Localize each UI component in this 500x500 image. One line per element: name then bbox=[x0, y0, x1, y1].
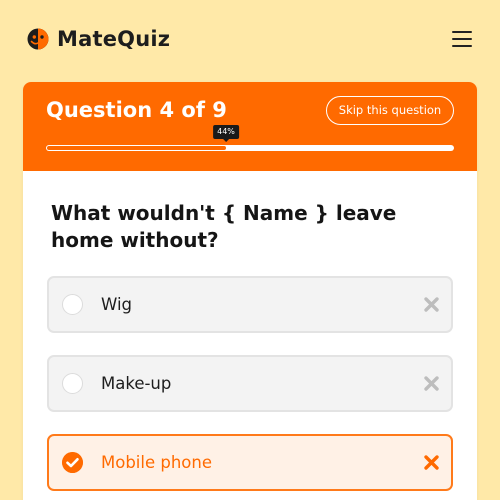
progress-bar: 44% bbox=[46, 125, 454, 151]
brand-name: MateQuiz bbox=[57, 27, 171, 51]
question-counter: Question 4 of 9 bbox=[46, 98, 227, 122]
progress-fill bbox=[47, 146, 226, 150]
answer-label: Make-up bbox=[101, 374, 172, 393]
quiz-card-header: Question 4 of 9 Skip this question 44% bbox=[23, 82, 477, 171]
radio-button[interactable] bbox=[62, 373, 83, 394]
answer-option[interactable]: Wig bbox=[47, 276, 453, 333]
skip-question-button[interactable]: Skip this question bbox=[326, 96, 454, 125]
app-header: MateQuiz bbox=[0, 0, 500, 80]
answer-option[interactable]: Make-up bbox=[47, 355, 453, 412]
answer-label: Mobile phone bbox=[101, 453, 213, 472]
hamburger-icon[interactable] bbox=[452, 30, 474, 48]
answer-label: Wig bbox=[101, 295, 133, 314]
answer-option-selected[interactable]: Mobile phone bbox=[47, 434, 453, 491]
close-icon[interactable] bbox=[423, 296, 440, 313]
radio-button[interactable] bbox=[62, 294, 83, 315]
question-text: What wouldn't { Name } leave home withou… bbox=[51, 201, 397, 252]
check-circle-icon[interactable] bbox=[62, 452, 83, 473]
close-icon[interactable] bbox=[423, 454, 440, 471]
quiz-card: Question 4 of 9 Skip this question 44% W… bbox=[23, 82, 477, 500]
logo-icon bbox=[27, 28, 49, 50]
answer-options: Wig Make-up Mobile phone bbox=[47, 276, 453, 500]
logo[interactable]: MateQuiz bbox=[27, 27, 170, 51]
close-icon[interactable] bbox=[423, 375, 440, 392]
progress-tooltip: 44% bbox=[213, 125, 239, 142]
